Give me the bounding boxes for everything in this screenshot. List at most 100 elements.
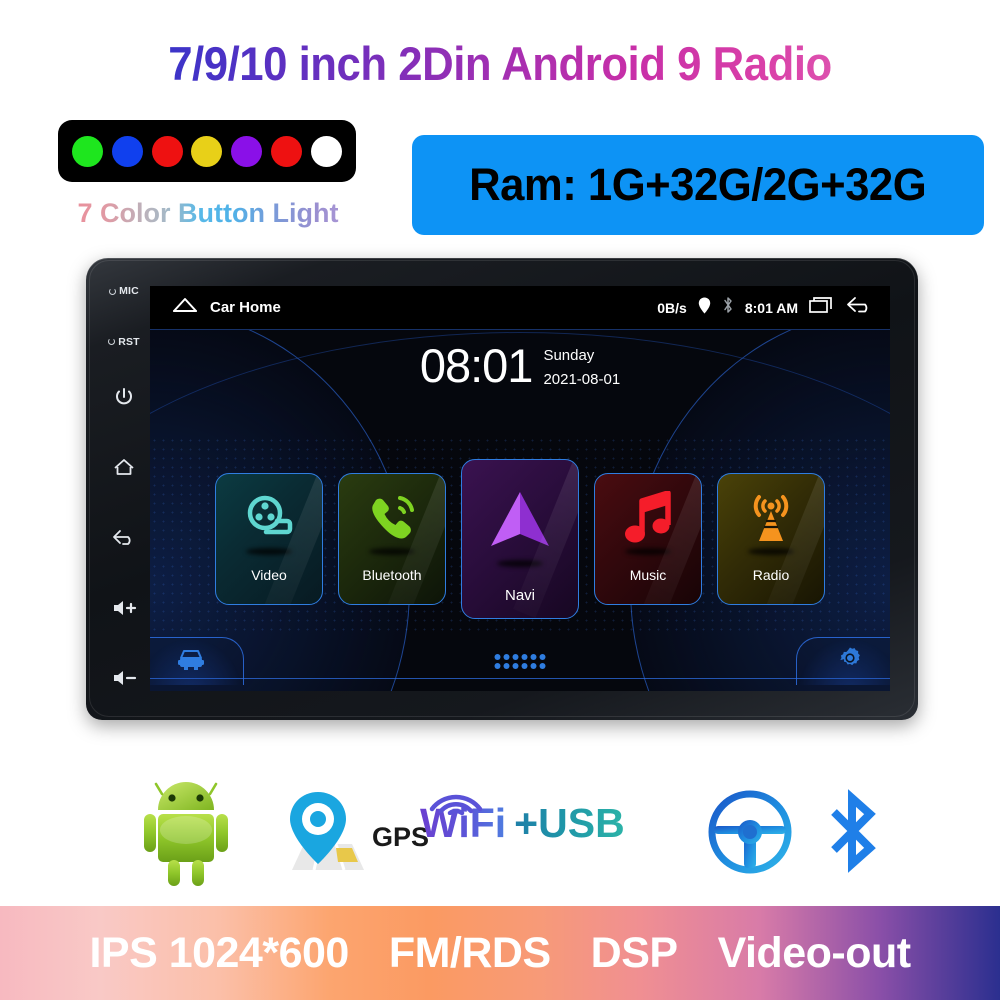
- back-icon[interactable]: [846, 296, 874, 319]
- apps-grid-dot: [503, 663, 510, 669]
- ram-badge-text: Ram: 1G+32G/2G+32G: [469, 159, 927, 210]
- clock-date: 2021-08-01: [543, 370, 621, 388]
- clock-time: 08:01: [419, 339, 534, 392]
- light-dot-red2: [271, 135, 303, 167]
- light-dot-green: [72, 135, 103, 167]
- app-icon-shadow: [625, 548, 671, 555]
- side-button-power[interactable]: [114, 387, 134, 407]
- side-button-mic[interactable]: MIC: [109, 286, 139, 297]
- light-dot-white: [310, 135, 342, 167]
- dock-divider: [150, 677, 890, 679]
- reset-hole-icon: [108, 338, 116, 346]
- device-side-buttons: MIC RST: [100, 276, 148, 706]
- usb-label: +USB: [514, 800, 625, 846]
- banner-item: IPS 1024*600: [89, 928, 349, 977]
- clock-weekday: Sunday: [543, 346, 595, 364]
- status-bar-right: 0B/s 8:01 AM: [657, 296, 874, 319]
- page-title: 7/9/10 inch 2Din Android 9 Radio: [35, 36, 965, 91]
- app-tile-navi[interactable]: Navi: [461, 459, 579, 619]
- app-tile-label: Music: [629, 567, 667, 583]
- clock-meta: Sunday 2021-08-01: [543, 344, 620, 388]
- app-tile-bluetooth[interactable]: Bluetooth: [338, 473, 446, 605]
- app-tile-radio[interactable]: Radio: [717, 473, 825, 605]
- apps-grid-dot: [539, 654, 546, 660]
- side-button-label: MIC: [119, 285, 139, 297]
- banner-item: DSP: [590, 928, 678, 977]
- clock-widget: 08:01 Sunday 2021-08-01: [150, 338, 890, 393]
- app-tile-label: Radio: [752, 567, 790, 583]
- app-icon-shadow: [246, 548, 292, 555]
- bluetooth-icon: [722, 296, 734, 319]
- apps-grid-dot: [512, 654, 519, 660]
- status-bar-time: 8:01 AM: [744, 299, 798, 316]
- bluetooth-icon: [820, 788, 884, 879]
- app-tile-video[interactable]: Video: [215, 473, 323, 605]
- wifi-usb-text: WiFi +USB: [420, 794, 625, 847]
- light-dot-yellow: [191, 135, 223, 167]
- light-dot-blue: [111, 135, 143, 167]
- color-light-bar: [58, 120, 356, 182]
- app-icon-shadow: [497, 560, 543, 567]
- side-button-volume-up[interactable]: [111, 599, 137, 617]
- side-button-home[interactable]: [113, 457, 135, 477]
- steering-wheel-feature: [708, 790, 792, 879]
- apps-grid-dot: [530, 663, 537, 669]
- bottom-feature-banner: IPS 1024*600 FM/RDS DSP Video-out: [0, 906, 1000, 1000]
- app-tile-label: Bluetooth: [362, 567, 422, 583]
- music-note-icon: [624, 490, 672, 546]
- apps-grid-dot: [494, 654, 501, 660]
- location-pin-icon: [698, 297, 711, 319]
- ram-badge: Ram: 1G+32G/2G+32G: [412, 135, 984, 235]
- navigation-arrow-icon: [487, 484, 553, 558]
- apps-grid-dot: [539, 663, 546, 669]
- apps-grid-icon[interactable]: [494, 654, 546, 669]
- color-light-block: 7 Color Button Light: [58, 120, 358, 229]
- mic-hole-icon: [109, 287, 117, 295]
- apps-grid-dot: [530, 654, 537, 660]
- film-reel-icon: [244, 490, 294, 546]
- apps-grid-dot: [521, 654, 528, 660]
- banner-item: Video-out: [717, 928, 911, 977]
- status-bar: Car Home 0B/s 8:01 AM: [150, 286, 890, 330]
- data-rate-text: 0B/s: [657, 299, 687, 316]
- side-button-volume-down[interactable]: [111, 669, 137, 687]
- wifi-usb-feature: WiFi +USB: [420, 794, 625, 847]
- car-radio-device: MIC RST Car Home 0B/s 8:01 AM 08:01 Sund…: [86, 258, 918, 720]
- app-tile-music[interactable]: Music: [594, 473, 702, 605]
- color-light-caption: 7 Color Button Light: [58, 198, 358, 229]
- bottom-dock: [150, 629, 890, 691]
- gear-icon: [837, 646, 863, 677]
- radio-tower-icon: [745, 490, 797, 546]
- apps-grid-dot: [494, 663, 501, 669]
- android-feature: [132, 772, 240, 897]
- app-tile-row: Video Bluetooth Navi Music Radio: [168, 453, 872, 625]
- status-bar-left: Car Home: [172, 297, 281, 318]
- light-dot-purple: [231, 135, 263, 167]
- app-tile-label: Navi: [504, 587, 535, 604]
- apps-grid-dot: [521, 663, 528, 669]
- bluetooth-feature: [820, 788, 884, 879]
- app-icon-shadow: [369, 548, 415, 555]
- wifi-signal-icon: [428, 778, 484, 825]
- device-screen: Car Home 0B/s 8:01 AM 08:01 Sunday 2021-…: [150, 286, 890, 691]
- feature-icon-row: GPS WiFi +USB: [0, 760, 1000, 905]
- gps-feature: GPS: [278, 792, 429, 883]
- side-button-reset[interactable]: RST: [108, 335, 140, 348]
- status-bar-title: Car Home: [210, 299, 281, 316]
- side-button-label: RST: [118, 335, 140, 348]
- phone-call-icon: [366, 490, 418, 546]
- dock-car-button[interactable]: [150, 637, 244, 685]
- steering-wheel-icon: [708, 790, 792, 879]
- recents-icon[interactable]: [809, 296, 835, 319]
- android-robot-icon: [132, 772, 240, 897]
- app-tile-label: Video: [251, 567, 287, 583]
- car-icon: [175, 647, 207, 676]
- app-icon-shadow: [748, 548, 794, 555]
- side-button-back[interactable]: [112, 529, 136, 547]
- banner-item: FM/RDS: [388, 928, 551, 977]
- home-icon[interactable]: [172, 297, 198, 318]
- apps-grid-dot: [512, 663, 519, 669]
- gps-pin-map-icon: [278, 792, 370, 883]
- dock-settings-button[interactable]: [796, 637, 890, 685]
- light-dot-red: [151, 135, 183, 167]
